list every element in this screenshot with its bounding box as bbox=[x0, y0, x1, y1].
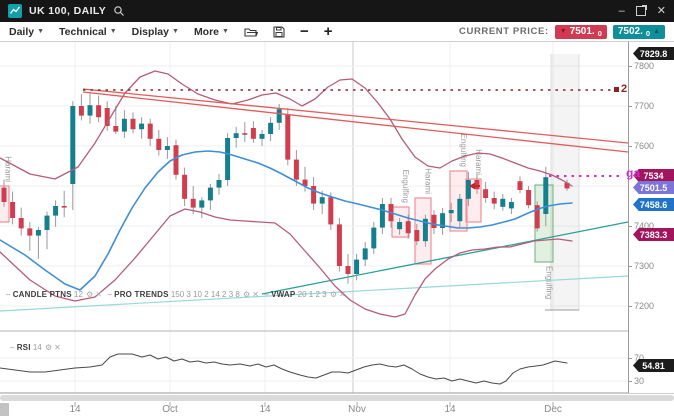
menu-more[interactable]: More▼ bbox=[194, 26, 229, 38]
price-badge: 7458.6 bbox=[633, 198, 674, 211]
indicator-swatch: – bbox=[6, 290, 10, 299]
indicator-swatch: – bbox=[264, 290, 268, 299]
zoom-out-button[interactable]: − bbox=[300, 24, 309, 39]
axis-tick-mark bbox=[629, 381, 632, 382]
indicator-params: 20 1 2 3 bbox=[298, 290, 327, 299]
instrument-title: UK 100, DAILY bbox=[29, 5, 106, 17]
svg-text:Engulfing: Engulfing bbox=[459, 134, 468, 167]
axis-tick-mark bbox=[629, 266, 632, 267]
price-badge: 7383.3 bbox=[633, 228, 674, 241]
indicator-params: 150 3 10 2 14 2 3 8 bbox=[171, 290, 240, 299]
indicator-swatch: – bbox=[10, 343, 14, 352]
titlebar: UK 100, DAILY – ✕ bbox=[0, 0, 674, 22]
up-arrow-icon: ▲ bbox=[653, 28, 660, 35]
gear-icon[interactable]: ⚙ bbox=[44, 343, 53, 352]
svg-text:Harami: Harami bbox=[424, 168, 433, 194]
axis-tick-mark bbox=[629, 226, 632, 227]
price-badge: 7501.5 bbox=[633, 181, 674, 194]
svg-text:Engulfing: Engulfing bbox=[545, 266, 554, 299]
axis-tick-label: 30 bbox=[634, 376, 644, 386]
time-axis-label: Nov bbox=[340, 404, 374, 415]
close-icon[interactable]: ✕ bbox=[338, 290, 347, 299]
buy-price-badge[interactable]: 7502.0 ▲ bbox=[613, 25, 665, 39]
chevron-down-icon: ▼ bbox=[110, 28, 117, 35]
chevron-down-icon: ▼ bbox=[37, 28, 44, 35]
scrollbar-stub[interactable] bbox=[0, 403, 9, 416]
gear-icon[interactable]: ⚙ bbox=[329, 290, 338, 299]
annotation-2: 2 bbox=[614, 83, 627, 95]
close-icon[interactable]: ✕ bbox=[657, 6, 666, 17]
chart-window: UK 100, DAILY – ✕ Daily▼ Technical▼ Disp… bbox=[0, 0, 674, 420]
indicator-name: VWAP bbox=[271, 290, 295, 299]
time-axis-label: 14 bbox=[433, 404, 467, 415]
axis-tick-mark bbox=[629, 306, 632, 307]
popout-icon[interactable] bbox=[636, 6, 646, 16]
overlay-indicator-strip: – CANDLE PTNS 12 ⚙✕ – PRO TRENDS 150 3 1… bbox=[6, 290, 351, 299]
time-axis-label: Oct bbox=[153, 404, 187, 415]
price-chart[interactable]: HaramiEngulfingHaramiEngulfingHaramiEngu… bbox=[0, 0, 674, 420]
chevron-down-icon: ▼ bbox=[172, 28, 179, 35]
time-axis-label: Dec bbox=[536, 404, 570, 415]
chevron-down-icon: ▼ bbox=[222, 28, 229, 35]
search-icon[interactable] bbox=[113, 5, 125, 17]
price-badge: 7829.8 bbox=[633, 47, 674, 60]
close-icon[interactable]: ✕ bbox=[94, 290, 103, 299]
price-badge: 54.81 bbox=[633, 359, 674, 372]
axis-tick-mark bbox=[629, 106, 632, 107]
price-axis: 78007700760074007300720070307829.8753475… bbox=[628, 42, 674, 393]
close-icon[interactable]: ✕ bbox=[251, 290, 260, 299]
svg-text:Engulfing: Engulfing bbox=[401, 170, 410, 203]
axis-tick-mark bbox=[629, 358, 632, 359]
axis-tick-mark bbox=[629, 66, 632, 67]
axis-tick-label: 7800 bbox=[634, 61, 654, 71]
menu-timeframe[interactable]: Daily▼ bbox=[9, 26, 44, 38]
current-price-label: CURRENT PRICE: bbox=[459, 26, 549, 37]
open-folder-icon[interactable] bbox=[244, 26, 258, 38]
indicator-name: CANDLE PTNS bbox=[13, 290, 72, 299]
axis-tick-label: 7600 bbox=[634, 141, 654, 151]
indicator-name: RSI bbox=[17, 343, 31, 352]
axis-tick-label: 7300 bbox=[634, 261, 654, 271]
indicator-params: 12 bbox=[74, 290, 83, 299]
indicator-swatch: – bbox=[107, 290, 111, 299]
rsi-indicator-strip: – RSI 14 ⚙✕ bbox=[10, 343, 66, 352]
save-icon[interactable] bbox=[273, 26, 285, 38]
axis-tick-label: 7200 bbox=[634, 301, 654, 311]
chart-app-icon bbox=[8, 4, 22, 18]
down-arrow-icon: ▼ bbox=[560, 28, 567, 35]
annotation-ga: ga bbox=[626, 166, 640, 180]
menu-display[interactable]: Display▼ bbox=[132, 26, 179, 38]
indicator-params: 14 bbox=[33, 343, 42, 352]
gear-icon[interactable]: ⚙ bbox=[242, 290, 251, 299]
menu-technical[interactable]: Technical▼ bbox=[59, 26, 117, 38]
indicator-name: PRO TRENDS bbox=[114, 290, 168, 299]
sell-price-badge[interactable]: ▼ 7501.0 bbox=[555, 25, 607, 39]
time-axis-label: 14 bbox=[248, 404, 282, 415]
axis-tick-mark bbox=[629, 146, 632, 147]
toolbar: Daily▼ Technical▼ Display▼ More▼ − + CUR… bbox=[0, 22, 674, 42]
minimize-icon[interactable]: – bbox=[619, 6, 625, 17]
gear-icon[interactable]: ⚙ bbox=[85, 290, 94, 299]
zoom-in-button[interactable]: + bbox=[324, 24, 333, 39]
axis-tick-label: 7700 bbox=[634, 101, 654, 111]
time-axis-label: 14 bbox=[58, 404, 92, 415]
square-marker-icon bbox=[614, 87, 619, 92]
time-scrollbar[interactable] bbox=[0, 395, 674, 401]
close-icon[interactable]: ✕ bbox=[53, 343, 62, 352]
